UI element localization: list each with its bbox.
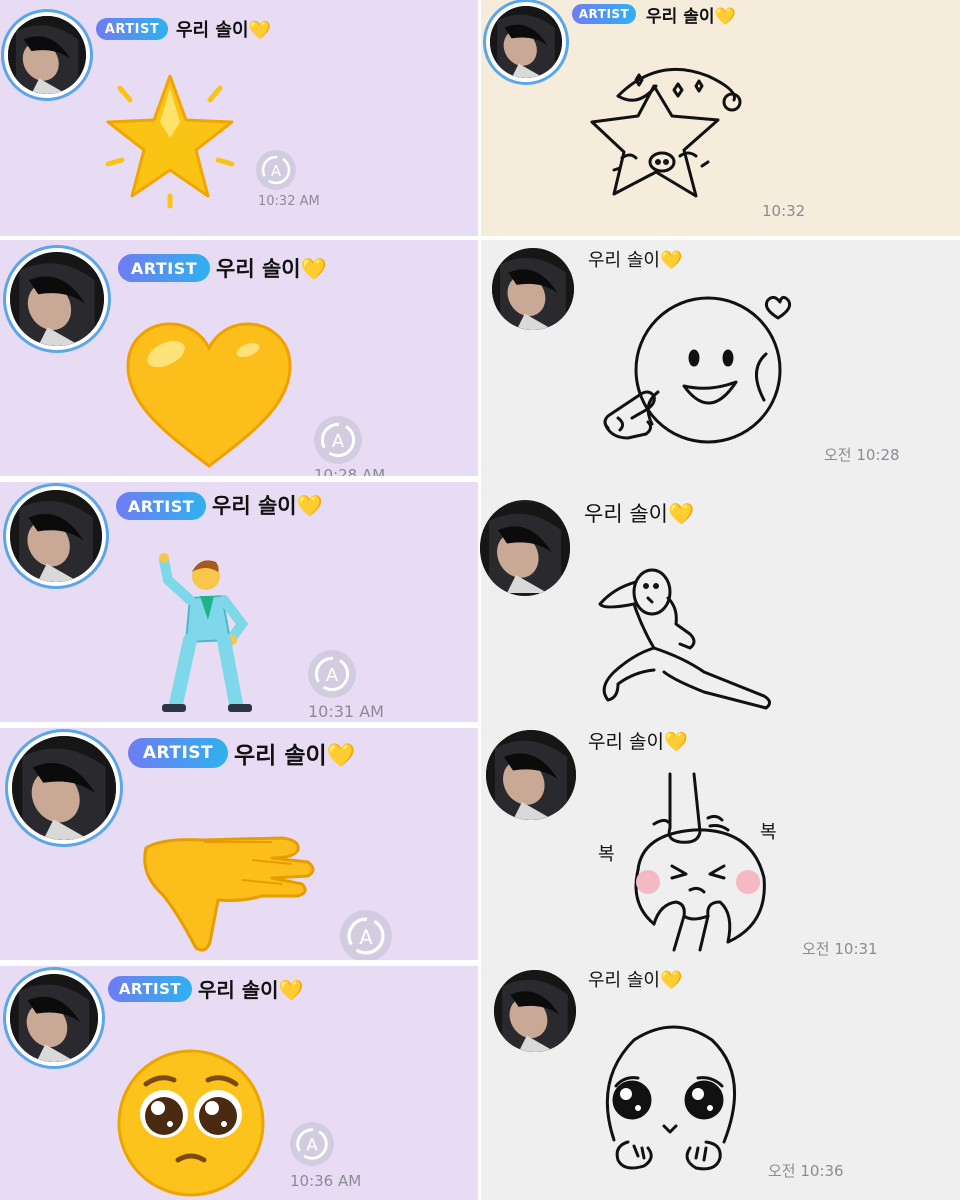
timestamp: 10:31 AM [308, 702, 384, 721]
timestamp-clip: 10:28 AM [314, 466, 434, 476]
avatar[interactable] [494, 970, 576, 1052]
svg-text:A: A [359, 926, 373, 949]
translate-icon[interactable]: A [340, 910, 392, 962]
poked-face-doodle [624, 772, 770, 952]
avatar[interactable] [10, 974, 98, 1062]
row-divider [0, 722, 480, 728]
artist-badge: ARTIST [96, 18, 168, 40]
timestamp: 오전 10:36 [768, 1162, 844, 1180]
artist-badge: ARTIST [572, 4, 636, 24]
sender-name: 우리 솔이💛 [216, 257, 327, 281]
sender-name: 우리 솔이💛 [646, 7, 736, 27]
translate-icon[interactable]: A [314, 416, 362, 464]
artist-badge: ARTIST [108, 976, 192, 1002]
svg-text:A: A [271, 162, 282, 180]
avatar[interactable] [480, 500, 570, 596]
sparkling-star-emoji [100, 68, 240, 209]
svg-text:A: A [326, 665, 339, 686]
avatar[interactable] [8, 16, 86, 94]
timestamp: 10:32 [762, 202, 806, 220]
artist-badge: ARTIST [118, 254, 210, 282]
sfx-text: 복 [760, 822, 777, 843]
timestamp: 오전 10:28 [824, 446, 900, 464]
translate-icon[interactable]: A [256, 150, 296, 190]
avatar[interactable] [12, 736, 116, 840]
sender-name: 우리 솔이💛 [212, 494, 323, 518]
translate-icon[interactable]: A [290, 1122, 334, 1166]
avatar[interactable] [10, 490, 102, 582]
avatar[interactable] [492, 248, 574, 330]
translate-icon[interactable]: A [308, 650, 356, 698]
row-divider [0, 476, 480, 482]
timestamp: 10:32 AM [258, 194, 320, 209]
timestamp: 오전 10:31 [802, 940, 878, 958]
artist-badge: ARTIST [128, 738, 228, 768]
sender-name: 우리 솔이💛 [198, 978, 304, 1002]
sender-name: 우리 솔이💛 [588, 250, 683, 271]
sleepy-star-doodle [578, 56, 746, 204]
sender-name: 우리 솔이💛 [584, 502, 695, 526]
pointing-face-doodle [598, 292, 802, 452]
yellow-heart-emoji [124, 320, 294, 472]
dancing-man-emoji [150, 550, 260, 715]
pleading-face-emoji [116, 1048, 266, 1198]
row-divider [0, 960, 480, 966]
timestamp: 10:28 AM [314, 466, 386, 476]
avatar[interactable] [10, 252, 104, 346]
sender-name: 우리 솔이💛 [234, 743, 356, 769]
dancing-stickman-doodle [594, 568, 778, 720]
column-divider [478, 0, 481, 1200]
artist-badge: ARTIST [116, 492, 206, 520]
sender-name: 우리 솔이💛 [176, 20, 271, 41]
sfx-text: 복 [598, 844, 615, 865]
avatar[interactable] [490, 6, 562, 78]
svg-text:A: A [306, 1136, 318, 1155]
timestamp: 10:36 AM [290, 1172, 362, 1190]
pointing-hand-emoji [132, 830, 318, 954]
sender-name: 우리 솔이💛 [588, 970, 683, 991]
sender-name: 우리 솔이💛 [588, 731, 688, 753]
teary-face-doodle [594, 1020, 744, 1180]
svg-text:A: A [332, 431, 345, 452]
avatar[interactable] [486, 730, 576, 820]
